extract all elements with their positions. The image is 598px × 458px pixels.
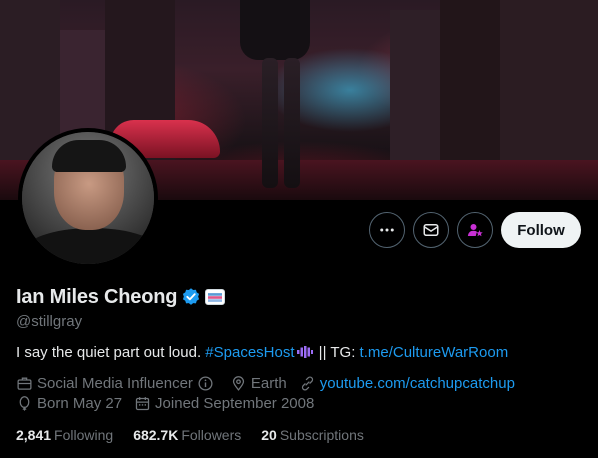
mail-icon — [423, 224, 439, 236]
spaces-icon — [296, 346, 313, 358]
following-stat[interactable]: 2,841 Following — [16, 427, 113, 443]
website-link[interactable]: youtube.com/catchupcatchup — [320, 375, 515, 392]
calendar-icon — [135, 397, 150, 411]
profile-stats: 2,841 Following 682.7K Followers 20 Subscri… — [16, 427, 384, 443]
followers-count: 682.7K — [133, 427, 179, 443]
balloon-icon — [19, 396, 30, 411]
joined-item: Joined September 2008 — [134, 395, 314, 412]
link-icon — [301, 376, 313, 391]
joined-label: Joined September 2008 — [155, 395, 315, 412]
location-label: Earth — [250, 375, 287, 392]
username-handle: @stillgray — [16, 313, 83, 330]
hashtag-link[interactable]: #SpacesHost — [205, 344, 294, 361]
subscribe-button[interactable] — [457, 212, 493, 248]
banner-building — [500, 0, 598, 170]
profile-meta-row: Social Media Influencer Earth youtube.co… — [16, 375, 527, 392]
banner-figure-leg — [284, 58, 300, 188]
location-pin-icon — [232, 376, 245, 391]
category-label: Social Media Influencer — [37, 375, 193, 392]
info-icon[interactable] — [197, 375, 214, 392]
following-count: 2,841 — [16, 427, 52, 443]
bio-text: I say the quiet part out loud. — [16, 344, 206, 361]
message-button[interactable] — [413, 212, 449, 248]
birthday-item: Born May 27 — [16, 395, 122, 412]
verified-badge-icon[interactable] — [181, 287, 201, 307]
banner-building — [390, 10, 440, 170]
location-item: Earth — [230, 375, 287, 392]
avatar-hair — [52, 140, 126, 172]
avatar[interactable] — [18, 128, 158, 268]
affiliate-badge-icon[interactable] — [205, 289, 226, 305]
followers-stat[interactable]: 682.7K Followers — [133, 427, 241, 443]
birthday-label: Born May 27 — [37, 395, 123, 412]
subscriptions-label: Subscriptions — [279, 427, 364, 443]
subscriptions-stat[interactable]: 20 Subscriptions — [261, 427, 364, 443]
bio-text-separator: || TG: — [314, 344, 360, 361]
telegram-link[interactable]: t.me/CultureWarRoom — [360, 344, 509, 361]
website-item: youtube.com/catchupcatchup — [299, 375, 515, 392]
banner-figure — [240, 0, 310, 60]
display-name: Ian Miles Cheong — [16, 285, 178, 308]
more-button[interactable] — [369, 212, 405, 248]
briefcase-icon — [17, 377, 32, 390]
follow-button[interactable]: Follow — [501, 212, 581, 248]
more-icon — [380, 228, 394, 232]
banner-figure-leg — [262, 58, 278, 188]
name-row: Ian Miles Cheong — [16, 284, 226, 310]
profile-meta-row: Born May 27 Joined September 2008 — [16, 395, 326, 412]
banner-building — [440, 0, 500, 170]
category-item: Social Media Influencer — [16, 375, 218, 392]
affiliate-flag-icon — [208, 292, 223, 302]
subscribe-icon — [467, 224, 483, 237]
following-label: Following — [54, 427, 114, 443]
followers-label: Followers — [181, 427, 242, 443]
subscriptions-count: 20 — [261, 427, 277, 443]
bio: I say the quiet part out loud. #SpacesHo… — [16, 344, 508, 361]
